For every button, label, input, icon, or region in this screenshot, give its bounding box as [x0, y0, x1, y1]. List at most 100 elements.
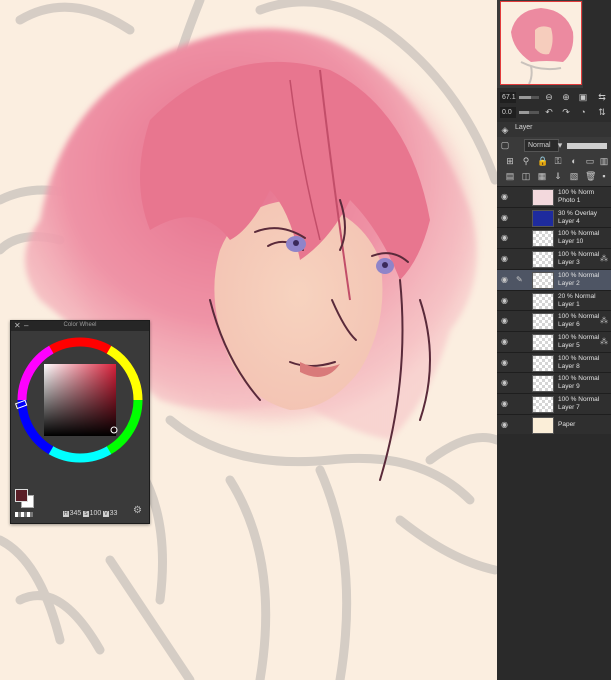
eye-icon[interactable]: ◉	[501, 399, 510, 408]
layer-thumbnail	[532, 375, 554, 393]
navigator-preview[interactable]	[500, 1, 582, 85]
right-panel: 67.1 ⊖ ⊕ ▣ ⇆ 0.0 ↶ ↷ ◔ ⇅ ◈ Layer ▢ Norma…	[497, 0, 611, 680]
gear-icon[interactable]: ⚙	[133, 506, 143, 516]
layer-name: Photo 1	[558, 197, 581, 204]
rotation-slider[interactable]	[519, 111, 539, 114]
navigator-panel	[497, 0, 611, 88]
layer-row[interactable]: ◉ 20 % Normal Layer 1	[497, 289, 611, 311]
color-wheel-palette[interactable]: ✕ – Color Wheel H 345 S 100 V 33 ⚙	[10, 320, 150, 524]
reference-layer-icon: ⁂	[600, 254, 608, 264]
angle-field[interactable]: 0.0	[500, 107, 516, 118]
merge-down-icon[interactable]: ⇓	[553, 171, 563, 181]
layer-row[interactable]: ◉ 100 % Normal Layer 5 ⁂	[497, 330, 611, 352]
layer-name: Paper	[558, 420, 576, 428]
delete-layer-icon[interactable]: 🗑	[585, 171, 596, 181]
layer-row[interactable]: ◉ 100 % Normal Layer 9	[497, 372, 611, 394]
layer-opacity-mode: 100 % Normal	[558, 251, 600, 259]
ruler-icon[interactable]: ▭	[585, 156, 595, 166]
eye-icon[interactable]: ◉	[501, 378, 510, 387]
layer-row[interactable]: ◉ 30 % Overlay Layer 4	[497, 206, 611, 228]
layer-menu-icon[interactable]: ▪	[599, 171, 609, 181]
palette-color-icon[interactable]: ▢	[500, 140, 510, 150]
layer-row[interactable]: ◉ 100 % Normal Layer 3 ⁂	[497, 248, 611, 270]
new-raster-layer-icon[interactable]: ▤	[505, 171, 515, 181]
main-color-swatch[interactable]	[15, 489, 28, 502]
eye-icon[interactable]: ◉	[501, 296, 510, 305]
reference-icon[interactable]: ⚲	[521, 156, 531, 166]
eye-icon[interactable]: ◉	[501, 213, 510, 222]
layer-row[interactable]: ◉ ✎ 100 % Normal Layer 2	[497, 268, 611, 290]
reset-rotation-icon[interactable]: ◔	[578, 107, 588, 117]
layer-row[interactable]: ◉ 100 % Norm Photo 1	[497, 186, 611, 207]
zoom-slider[interactable]	[519, 96, 539, 99]
hsv-readout: H 345 S 100 V 33	[63, 510, 118, 517]
hue-value: 345	[69, 510, 82, 517]
layer-opacity-mode: 100 % Normal	[558, 271, 600, 279]
eye-icon[interactable]: ◉	[501, 275, 510, 284]
layer-thumbnail	[532, 333, 554, 351]
eye-icon[interactable]: ◉	[501, 233, 510, 242]
layer-opacity-mode: 100 % Norm	[558, 189, 595, 196]
new-vector-layer-icon[interactable]: ◫	[521, 171, 531, 181]
layer-name: Layer 8	[558, 362, 580, 370]
opacity-slider[interactable]	[567, 143, 607, 149]
layer-row[interactable]: ◉ 100 % Normal Layer 6 ⁂	[497, 310, 611, 332]
blend-mode-select[interactable]: Normal	[524, 139, 559, 152]
chevron-down-icon[interactable]: ▾	[555, 140, 565, 150]
rotate-left-icon[interactable]: ↶	[544, 107, 554, 117]
layer-name: Layer 4	[558, 217, 580, 225]
new-folder-icon[interactable]: ▦	[537, 171, 547, 181]
zoom-in-icon[interactable]: ⊕	[561, 92, 571, 102]
zoom-out-icon[interactable]: ⊖	[544, 92, 554, 102]
layer-mask-icon[interactable]: ▧	[569, 171, 579, 181]
transparent-color-swatch[interactable]	[15, 512, 33, 517]
layer-name: Layer 2	[558, 279, 580, 287]
layer-thumbnail	[532, 396, 554, 413]
reference-layer-icon: ⁂	[600, 336, 608, 346]
lock-transparent-icon[interactable]: ⚿	[553, 156, 563, 166]
tab-layer[interactable]: Layer	[515, 124, 533, 131]
layer-thumbnail	[532, 209, 554, 227]
eye-icon[interactable]: ◉	[501, 358, 510, 367]
reference-layer-icon: ⁂	[600, 316, 608, 326]
flip-vertical-icon[interactable]: ⇅	[597, 107, 607, 117]
layers-icon: ◈	[501, 125, 509, 135]
eye-icon[interactable]: ◉	[501, 337, 510, 346]
palette-titlebar[interactable]: ✕ – Color Wheel	[11, 321, 149, 331]
layer-row[interactable]: ◉ Paper	[497, 413, 611, 435]
zoom-field[interactable]: 67.1	[500, 92, 516, 103]
layer-row[interactable]: ◉ 100 % Normal Layer 10	[497, 227, 611, 249]
eye-icon[interactable]: ◉	[501, 420, 510, 429]
layer-name: Layer 10	[558, 238, 584, 246]
eye-icon[interactable]: ◉	[501, 254, 510, 263]
layer-opacity-mode: 100 % Normal	[558, 375, 600, 383]
layer-name: Layer 1	[558, 300, 580, 308]
hue-wheel[interactable]	[13, 333, 147, 467]
eye-icon[interactable]: ◉	[501, 316, 510, 325]
layer-thumbnail	[532, 313, 554, 331]
layer-opacity-mode: 100 % Normal	[558, 354, 600, 362]
layer-row[interactable]: ◉ 100 % Normal Layer 8	[497, 351, 611, 373]
eye-icon[interactable]: ◉	[501, 192, 510, 201]
rotate-right-icon[interactable]: ↷	[561, 107, 571, 117]
mask-icon[interactable]: ◐	[569, 156, 579, 166]
layer-thumbnail	[532, 230, 554, 248]
layer-name: Layer 9	[558, 383, 580, 391]
layer-tools-row-2: ▤ ◫ ▦ ⇓ ▧ 🗑 ▪	[497, 169, 611, 184]
layer-row[interactable]: ◉ 100 % Normal Layer 7	[497, 393, 611, 414]
layer-panel-header: ◈ Layer	[497, 122, 611, 137]
fit-window-icon[interactable]: ▣	[578, 92, 588, 102]
value-value: 33	[109, 510, 118, 517]
clip-icon[interactable]: ⊞	[505, 156, 515, 166]
lock-icon[interactable]: 🔒	[537, 156, 548, 166]
layer-opacity-mode: 100 % Normal	[558, 313, 600, 321]
palette-title: Color Wheel	[63, 322, 97, 328]
flip-icon[interactable]: ⇆	[597, 92, 607, 102]
layer-thumbnail	[532, 271, 554, 289]
layer-opacity-mode: 30 % Overlay	[558, 209, 598, 217]
draft-icon[interactable]: ▥	[599, 156, 609, 166]
layer-opacity-mode: 100 % Normal	[558, 396, 600, 403]
navigator-side	[583, 0, 611, 88]
layer-thumbnail	[532, 292, 554, 310]
layer-thumbnail	[532, 251, 554, 269]
